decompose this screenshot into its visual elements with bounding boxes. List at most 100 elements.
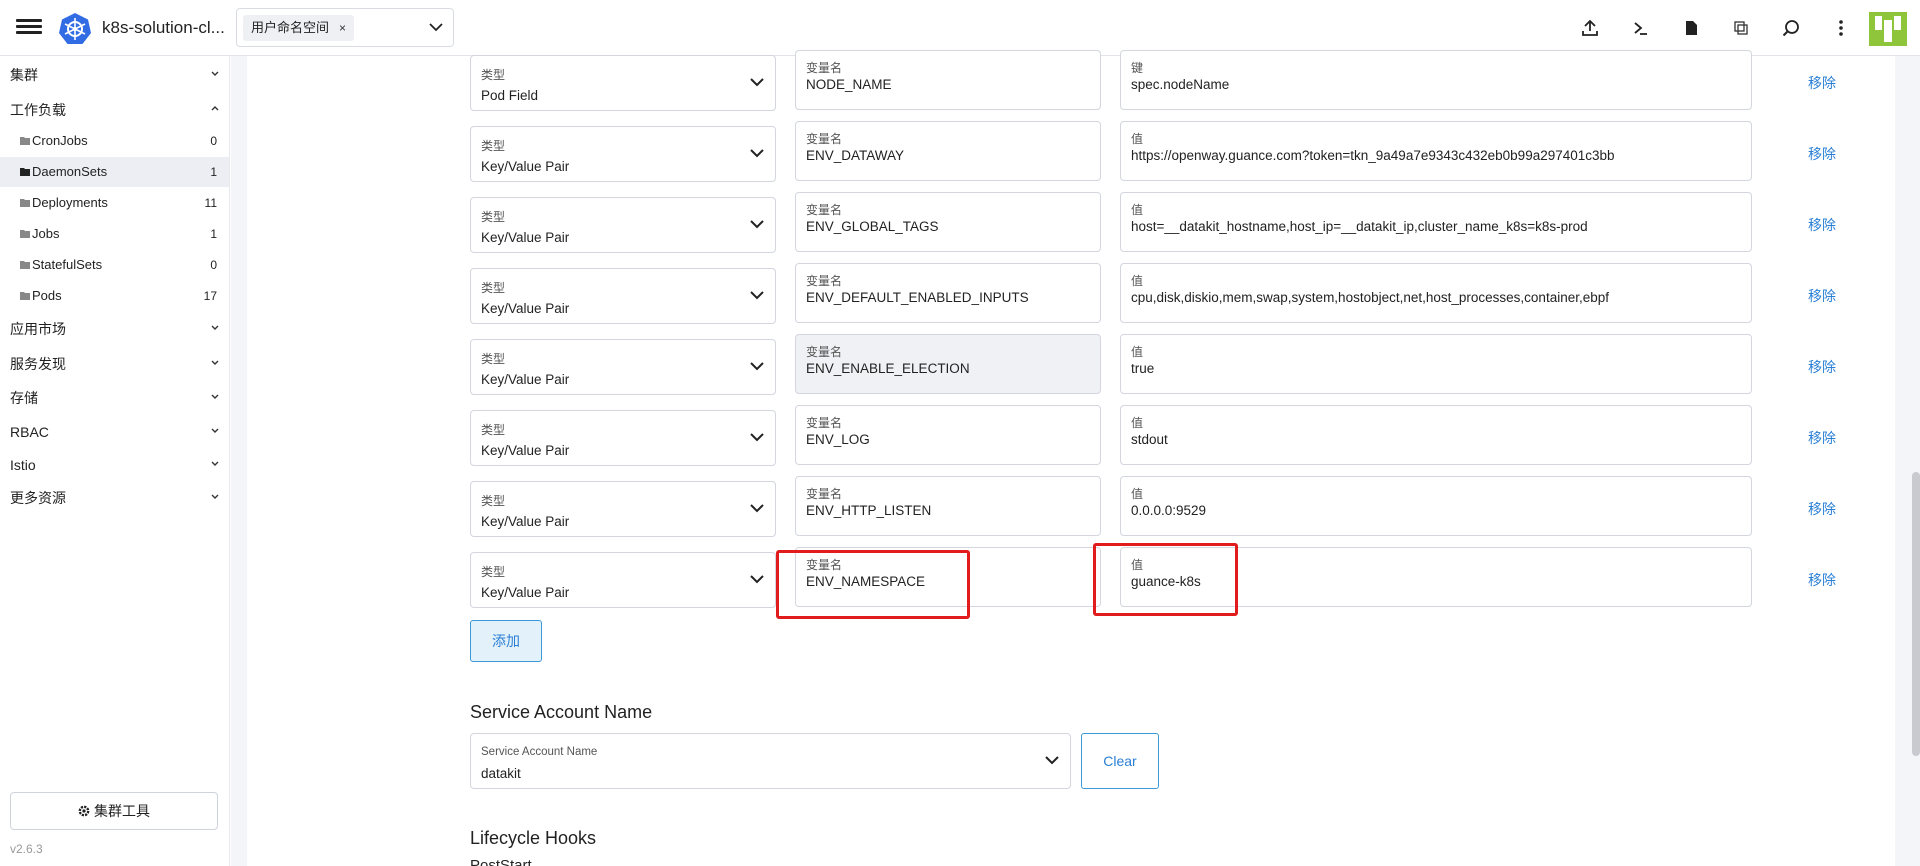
clear-button[interactable]: Clear [1081, 733, 1159, 789]
sidebar-item-daemonsets[interactable]: DaemonSets 1 [0, 157, 229, 187]
chevron-down-icon [211, 428, 219, 433]
env-value-field[interactable]: 键 spec.nodeName [1120, 50, 1752, 110]
env-name-field[interactable]: 变量名 ENV_DEFAULT_ENABLED_INPUTS [795, 263, 1101, 323]
copy-kubeconfig-icon[interactable] [1730, 17, 1752, 39]
chevron-down-icon [750, 362, 764, 371]
folder-icon [20, 199, 30, 207]
cluster-name[interactable]: k8s-solution-cl... [102, 18, 225, 38]
kubernetes-logo-icon [58, 12, 92, 46]
env-type-select[interactable]: 类型 Key/Value Pair [470, 552, 776, 608]
kubeconfig-file-icon[interactable] [1680, 17, 1702, 39]
chevron-down-icon [750, 291, 764, 300]
chevron-down-icon [1045, 756, 1059, 765]
import-yaml-icon[interactable] [1579, 17, 1601, 39]
chevron-down-icon [211, 494, 219, 499]
sidebar-group-rbac[interactable]: RBAC [10, 421, 220, 443]
sidebar-group-label: 工作负载 [10, 102, 66, 118]
sidebar-group-istio[interactable]: Istio [10, 454, 220, 476]
env-type-label: 类型 [481, 494, 506, 508]
env-name-field[interactable]: 变量名 ENV_DATAWAY [795, 121, 1101, 181]
sidebar-item-count: 1 [210, 227, 217, 241]
chevron-up-icon [211, 106, 219, 111]
env-name-label: 变量名 [806, 487, 843, 501]
sidebar-group-storage[interactable]: 存储 [10, 387, 220, 409]
hamburger-menu-icon[interactable] [16, 16, 42, 40]
env-type-select[interactable]: 类型 Key/Value Pair [470, 339, 776, 395]
env-name-value: ENV_HTTP_LISTEN [806, 503, 932, 518]
env-remove-button[interactable]: 移除 [1808, 570, 1836, 590]
service-account-value: datakit [481, 766, 521, 781]
env-value-value: cpu,disk,diskio,mem,swap,system,hostobje… [1131, 290, 1609, 305]
sidebar-item-jobs[interactable]: Jobs 1 [0, 219, 229, 249]
sidebar-group-cluster[interactable]: 集群 [10, 64, 220, 86]
env-value-field[interactable]: 值 stdout [1120, 405, 1752, 465]
namespace-chip-remove-icon[interactable]: × [339, 21, 346, 35]
namespace-filter-select[interactable]: 用户命名空间 × [236, 8, 454, 47]
add-env-var-button[interactable]: 添加 [470, 620, 542, 662]
env-name-field[interactable]: 变量名 ENV_HTTP_LISTEN [795, 476, 1101, 536]
env-value-value: host=__datakit_hostname,host_ip=__dataki… [1131, 219, 1588, 234]
env-remove-button[interactable]: 移除 [1808, 428, 1836, 448]
env-remove-button[interactable]: 移除 [1808, 215, 1836, 235]
env-type-select[interactable]: 类型 Key/Value Pair [470, 481, 776, 537]
sidebar-group-label: RBAC [10, 424, 49, 440]
env-remove-button[interactable]: 移除 [1808, 499, 1836, 519]
env-type-select[interactable]: 类型 Key/Value Pair [470, 197, 776, 253]
sidebar-group-label: 应用市场 [10, 321, 66, 337]
env-name-value: ENV_ENABLE_ELECTION [806, 361, 970, 376]
env-value-label: 键 [1131, 61, 1144, 75]
env-type-select[interactable]: 类型 Key/Value Pair [470, 126, 776, 182]
more-options-icon[interactable] [1830, 17, 1852, 39]
top-bar: k8s-solution-cl... 用户命名空间 × [0, 0, 1920, 56]
env-value-field[interactable]: 值 cpu,disk,diskio,mem,swap,system,hostobj… [1120, 263, 1752, 323]
env-type-select[interactable]: 类型 Pod Field [470, 55, 776, 111]
cluster-tools-label: 集群工具 [94, 803, 150, 819]
env-name-label: 变量名 [806, 345, 843, 359]
page-scrollbar[interactable] [1912, 472, 1920, 756]
sidebar-group-more-resources[interactable]: 更多资源 [10, 487, 220, 509]
sidebar-item-count: 0 [210, 134, 217, 148]
chevron-down-icon [211, 360, 219, 365]
sidebar-group-label: 集群 [10, 67, 38, 83]
env-value-value: https://openway.guance.com?token=tkn_9a4… [1131, 148, 1615, 163]
folder-icon [20, 292, 30, 300]
folder-open-icon [20, 168, 30, 176]
env-remove-button[interactable]: 移除 [1808, 357, 1836, 377]
env-remove-button[interactable]: 移除 [1808, 286, 1836, 306]
env-name-field[interactable]: 变量名 ENV_GLOBAL_TAGS [795, 192, 1101, 252]
env-name-field[interactable]: 变量名 NODE_NAME [795, 50, 1101, 110]
cluster-tools-button[interactable]: 集群工具 [10, 792, 218, 830]
env-value-field[interactable]: 值 true [1120, 334, 1752, 394]
sidebar: 集群 工作负载 CronJobs 0 DaemonSets 1 Deployment… [0, 56, 230, 866]
env-remove-button[interactable]: 移除 [1808, 73, 1836, 93]
env-type-value: Key/Value Pair [481, 230, 570, 245]
version-label: v2.6.3 [10, 842, 43, 856]
chevron-down-icon [211, 394, 219, 399]
kubectl-shell-icon[interactable] [1630, 17, 1652, 39]
env-value-field[interactable]: 值 host=__datakit_hostname,host_ip=__datak… [1120, 192, 1752, 252]
service-account-select[interactable]: Service Account Name datakit [470, 733, 1071, 789]
search-icon[interactable] [1780, 17, 1802, 39]
env-name-label: 变量名 [806, 61, 843, 75]
sidebar-item-cronjobs[interactable]: CronJobs 0 [0, 126, 229, 156]
env-name-field[interactable]: 变量名 ENV_LOG [795, 405, 1101, 465]
sidebar-group-service-discovery[interactable]: 服务发现 [10, 353, 220, 375]
user-avatar-icon[interactable] [1869, 12, 1907, 46]
env-type-label: 类型 [481, 352, 506, 366]
env-value-label: 值 [1131, 487, 1144, 501]
env-type-label: 类型 [481, 565, 506, 579]
sidebar-group-apps[interactable]: 应用市场 [10, 318, 220, 340]
env-remove-button[interactable]: 移除 [1808, 144, 1836, 164]
env-value-label: 值 [1131, 274, 1144, 288]
env-type-select[interactable]: 类型 Key/Value Pair [470, 410, 776, 466]
highlight-box-name [776, 550, 970, 619]
sidebar-item-pods[interactable]: Pods 17 [0, 281, 229, 311]
env-value-field[interactable]: 值 0.0.0.0:9529 [1120, 476, 1752, 536]
env-value-field[interactable]: 值 https://openway.guance.com?token=tkn_9a… [1120, 121, 1752, 181]
sidebar-item-deployments[interactable]: Deployments 11 [0, 188, 229, 218]
sidebar-item-statefulsets[interactable]: StatefulSets 0 [0, 250, 229, 280]
sidebar-item-label: StatefulSets [32, 257, 103, 272]
env-type-select[interactable]: 类型 Key/Value Pair [470, 268, 776, 324]
sidebar-group-workloads[interactable]: 工作负载 [10, 99, 220, 121]
gear-icon [78, 805, 90, 817]
